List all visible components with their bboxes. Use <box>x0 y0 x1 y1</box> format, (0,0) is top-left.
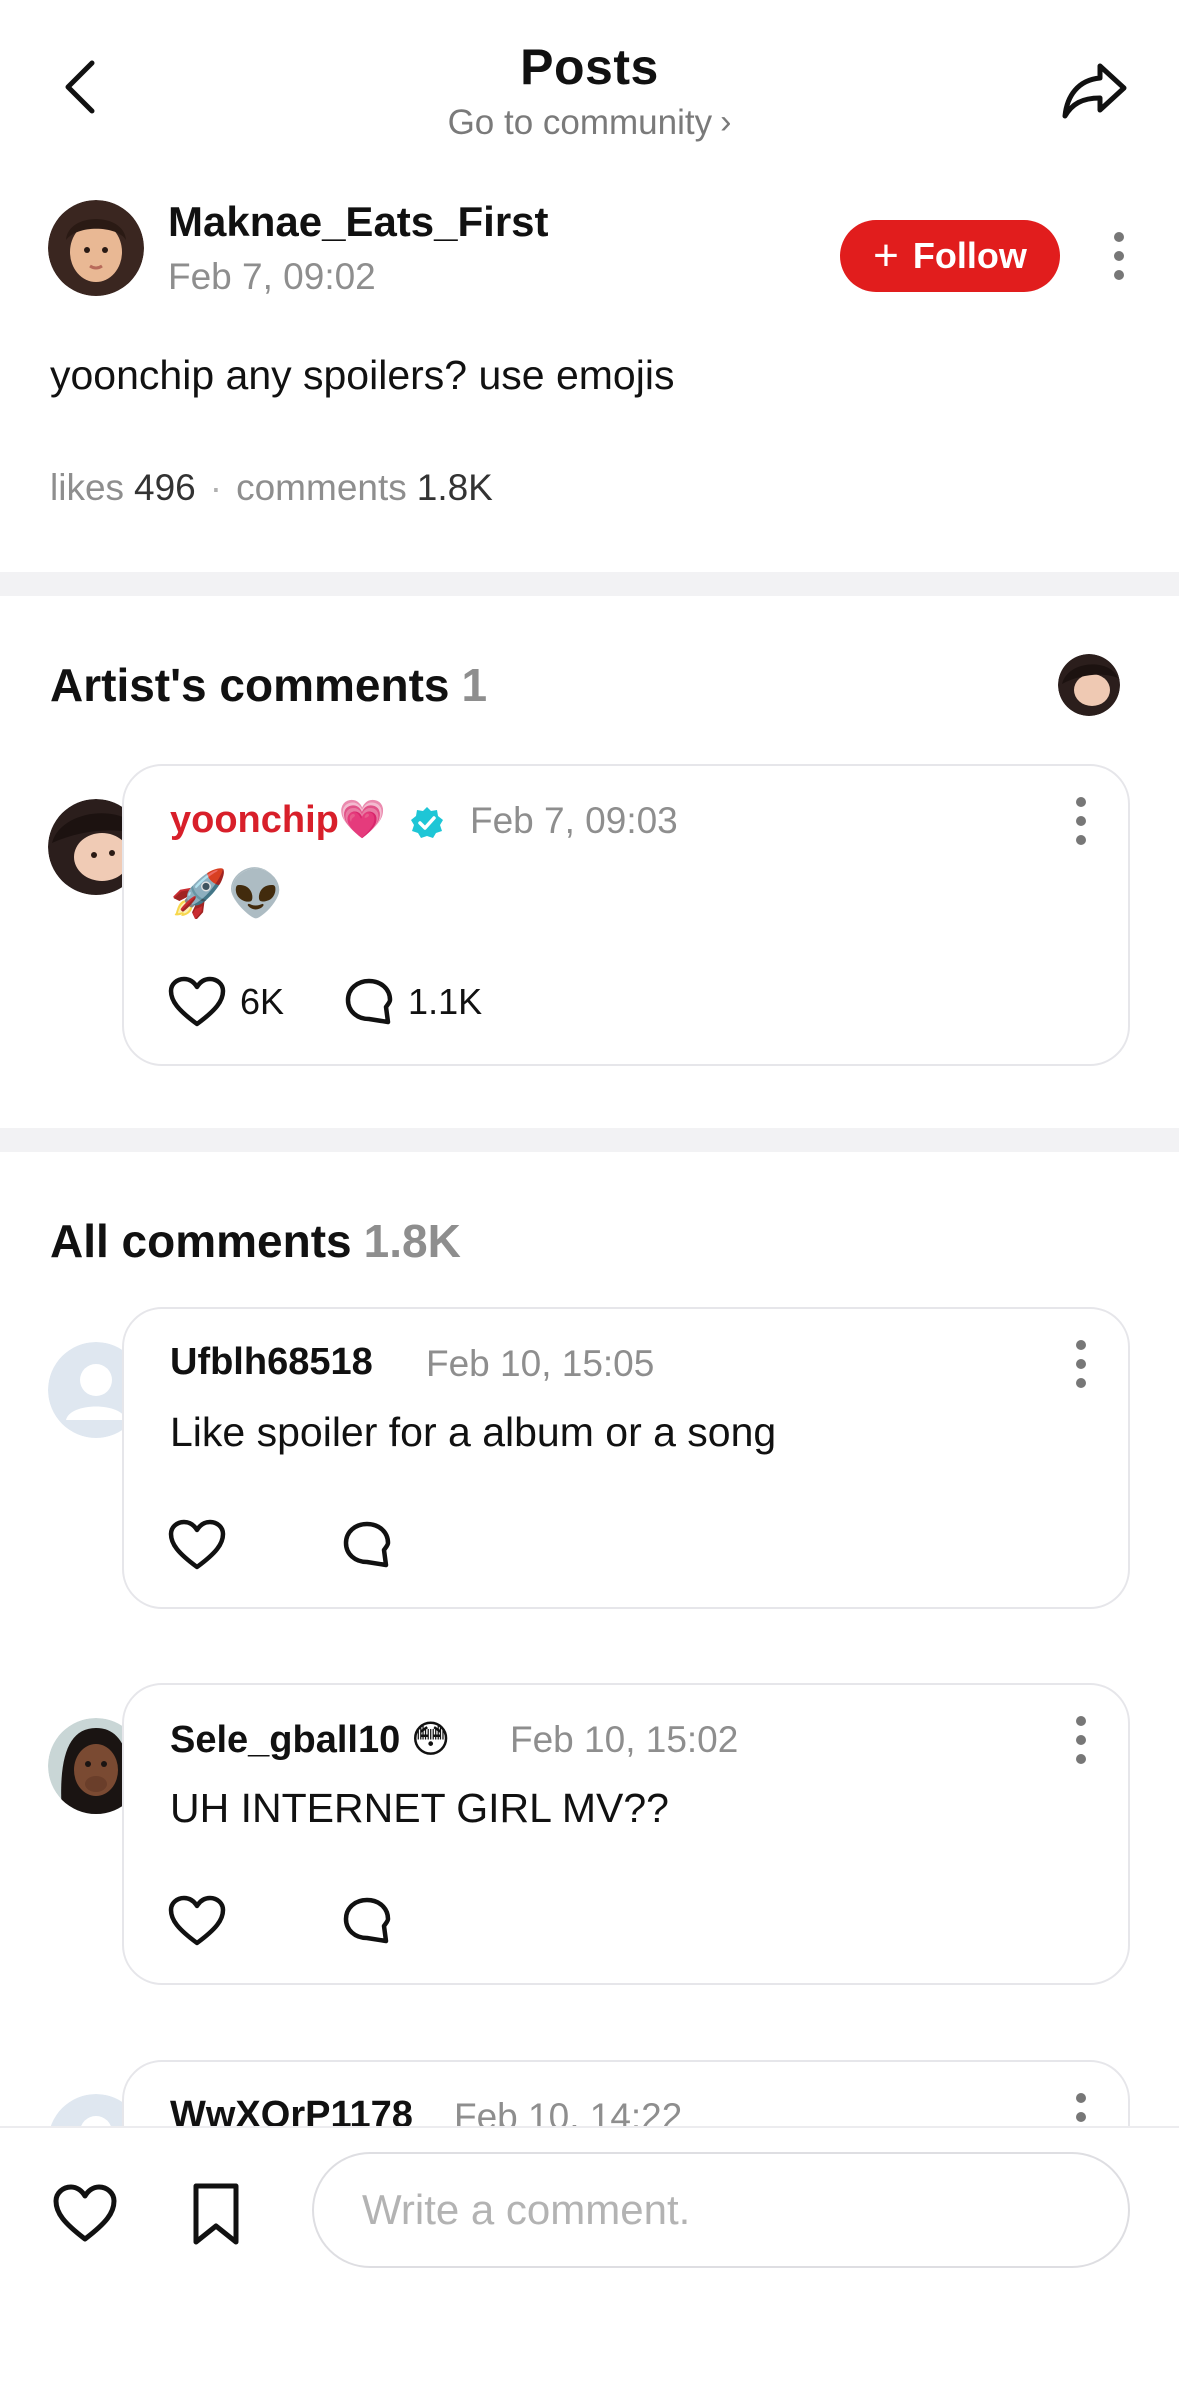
top-nav: Posts Go to community › <box>0 0 1179 170</box>
artist-comment-more-button[interactable] <box>1066 786 1096 856</box>
like-post-button[interactable] <box>42 2174 128 2254</box>
comment-actions <box>168 1519 392 1571</box>
follow-label: Follow <box>912 235 1027 276</box>
comment-card: Ufblh68518 Feb 10, 15:05 Like spoiler fo… <box>122 1307 1130 1609</box>
post-more-button[interactable] <box>1104 221 1134 291</box>
artist-comments-heading: Artist's comments 1 <box>50 658 487 712</box>
chevron-right-icon: › <box>720 103 732 141</box>
separator-dot: · <box>209 467 223 508</box>
more-vert-icon <box>1076 797 1086 807</box>
heart-icon <box>168 1895 226 1946</box>
likes-count: 496 <box>134 467 196 508</box>
post-stats: likes 496 · comments 1.8K <box>50 467 493 509</box>
artist-comment-text: 🚀👽 <box>170 867 285 919</box>
comment-more-button[interactable] <box>1066 1705 1096 1775</box>
go-to-community-link[interactable]: Go to community › <box>0 103 1179 143</box>
reply-count: 1.1K <box>408 981 483 1022</box>
comment-text: UH INTERNET GIRL MV?? <box>170 1785 669 1831</box>
post-date: Feb 7, 09:02 <box>168 256 376 297</box>
bookmark-icon <box>193 2183 239 2245</box>
more-vert-icon <box>1076 1716 1086 1726</box>
comment-text: Like spoiler for a album or a song <box>170 1409 777 1455</box>
share-icon <box>1062 63 1127 119</box>
bookmark-button[interactable] <box>176 2174 256 2254</box>
comment-card: Sele_gball10 😳 Feb 10, 15:02 UH INTERNET… <box>122 1683 1130 1985</box>
verified-badge-icon <box>411 807 443 838</box>
artist-comment-actions: 6K 1.1K <box>168 976 482 1028</box>
comment-actions <box>168 1895 392 1947</box>
heart-icon <box>53 2184 117 2242</box>
heart-icon <box>168 976 226 1027</box>
pink-heart-emoji: 💗 <box>338 799 387 841</box>
like-button[interactable]: 6K <box>168 976 284 1028</box>
section-divider <box>0 572 1179 596</box>
comment-username[interactable]: Sele_gball10 😳 <box>170 1717 450 1762</box>
artist-comment-date: Feb 7, 09:03 <box>470 800 678 841</box>
bottom-comment-bar <box>0 2126 1179 2396</box>
artist-comments-title: Artist's comments <box>50 659 450 711</box>
comments-count: 1.8K <box>416 467 493 508</box>
reply-button[interactable] <box>342 1896 392 1946</box>
all-comments-heading: All comments 1.8K <box>50 1214 461 1268</box>
comment-bubble-icon <box>343 1521 391 1568</box>
all-comments-count: 1.8K <box>363 1215 461 1267</box>
artist-comment-card: yoonchip💗 Feb 7, 09:03 🚀👽 6K 1.1K <box>122 764 1130 1066</box>
artist-mini-avatar[interactable] <box>1058 654 1120 716</box>
comment-input[interactable] <box>312 2152 1130 2268</box>
flushed-face-emoji: 😳 <box>410 1719 451 1761</box>
like-count: 6K <box>240 981 285 1022</box>
comment-date: Feb 10, 15:02 <box>510 1719 739 1760</box>
heart-icon <box>168 1519 226 1570</box>
post-body-text: yoonchip any spoilers? use emojis <box>50 352 675 398</box>
go-to-community-label: Go to community <box>447 103 713 142</box>
like-button[interactable] <box>168 1895 226 1947</box>
reply-button[interactable]: 1.1K <box>344 977 482 1027</box>
comment-bubble-icon <box>345 978 393 1025</box>
likes-label: likes <box>50 467 125 508</box>
all-comments-title: All comments <box>50 1215 352 1267</box>
page-title: Posts <box>520 39 659 95</box>
like-button[interactable] <box>168 1519 226 1571</box>
share-button[interactable] <box>1055 55 1135 125</box>
artist-comment-username[interactable]: yoonchip💗 <box>170 798 386 842</box>
comments-label: comments <box>236 467 407 508</box>
section-divider <box>0 1128 1179 1152</box>
follow-button[interactable]: + Follow <box>840 220 1060 292</box>
comment-bubble-icon <box>343 1897 391 1944</box>
author-avatar[interactable] <box>48 200 144 296</box>
comment-username[interactable]: Ufblh68518 <box>170 1341 373 1384</box>
more-vert-icon <box>1076 1340 1086 1350</box>
more-vert-icon <box>1114 232 1124 242</box>
comment-date: Feb 10, 15:05 <box>426 1343 655 1384</box>
reply-button[interactable] <box>342 1520 392 1570</box>
author-name[interactable]: Maknae_Eats_First <box>168 198 549 246</box>
plus-icon: + <box>873 231 899 280</box>
post-author-row: Maknae_Eats_First Feb 7, 09:02 + Follow <box>0 198 1179 308</box>
comment-more-button[interactable] <box>1066 1329 1096 1399</box>
more-vert-icon <box>1076 2093 1086 2103</box>
artist-comments-count: 1 <box>461 659 488 711</box>
